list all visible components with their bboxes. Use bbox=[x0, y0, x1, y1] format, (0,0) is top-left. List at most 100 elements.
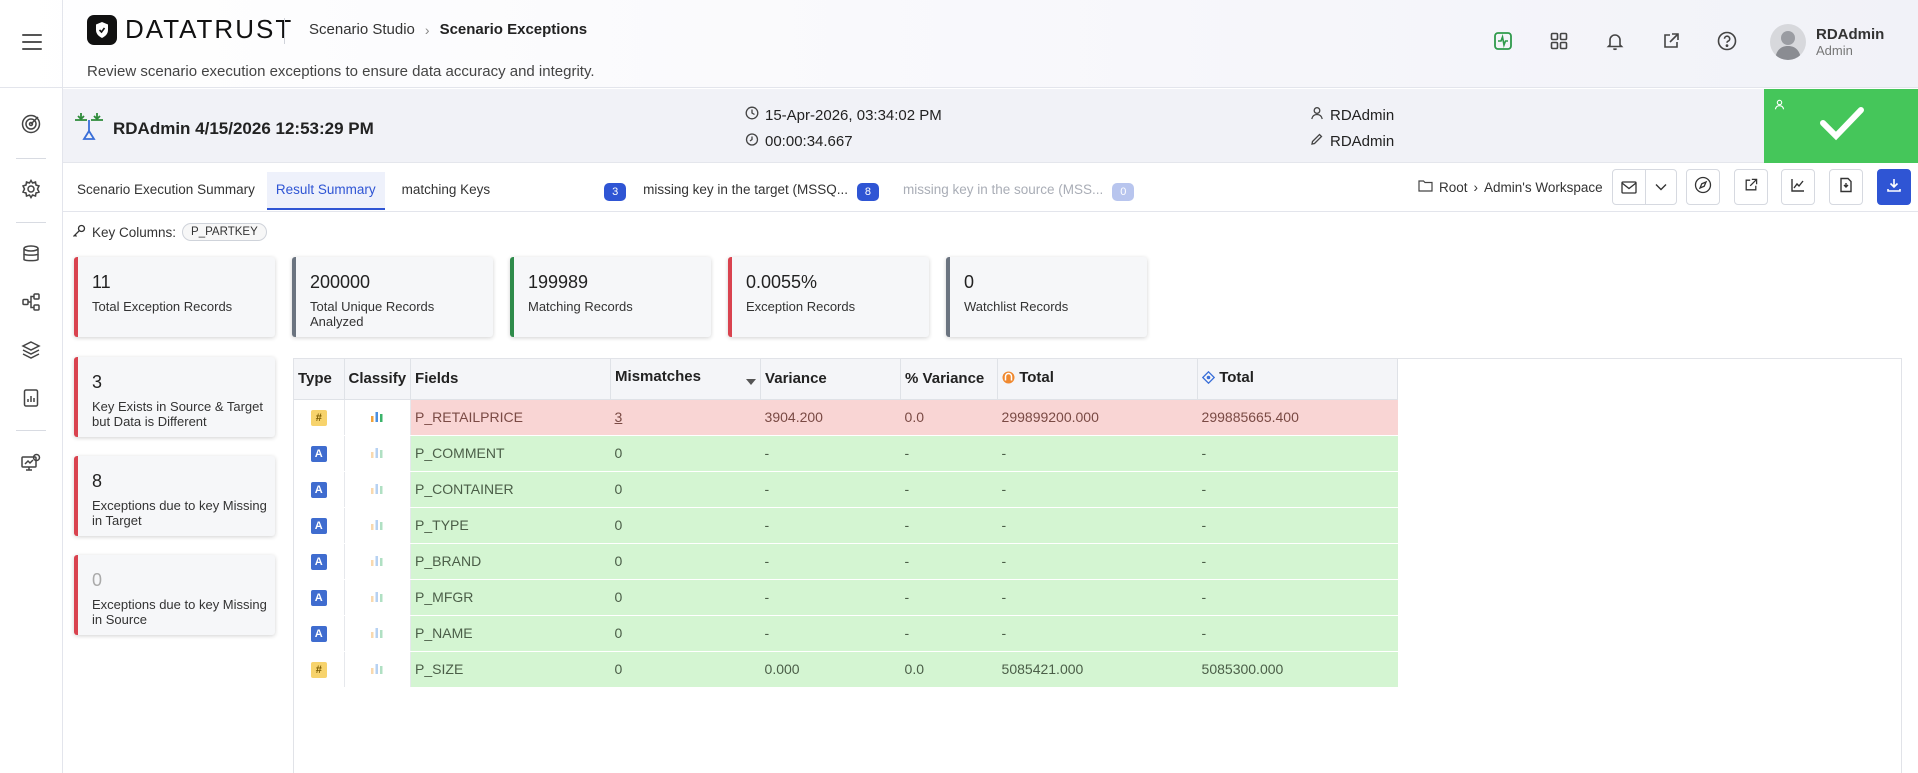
bar-chart-icon bbox=[370, 517, 384, 533]
classify-cell[interactable] bbox=[344, 579, 412, 616]
breadcrumb-scenario-studio[interactable]: Scenario Studio bbox=[309, 21, 415, 38]
menu-toggle-icon[interactable] bbox=[22, 34, 42, 50]
classify-cell[interactable] bbox=[344, 543, 412, 580]
scenario-title: RDAdmin 4/15/2026 12:53:29 PM bbox=[73, 111, 374, 146]
stat-value: 0.0055% bbox=[746, 272, 818, 292]
table-row[interactable]: A P_CONTAINER 0- - - - bbox=[294, 471, 1398, 508]
tab-scenario-execution-summary[interactable]: Scenario Execution Summary bbox=[68, 172, 264, 210]
stat-card-missing-target[interactable]: 8 Exceptions due to key Missing in Targe… bbox=[74, 456, 275, 536]
bar-chart-icon bbox=[370, 589, 384, 605]
pct-variance-cell: - bbox=[900, 471, 998, 508]
table-row[interactable]: A P_BRAND 0- - - - bbox=[294, 543, 1398, 580]
table-row[interactable]: A P_COMMENT 0- - - - bbox=[294, 435, 1398, 472]
stat-card-data-different[interactable]: 3 Key Exists in Source & Target but Data… bbox=[74, 357, 275, 437]
scenario-users: RDAdmin RDAdmin bbox=[1310, 103, 1394, 155]
table-row[interactable]: # P_RETAILPRICE 3 3904.200 0.0 299899200.000 2… bbox=[294, 399, 1398, 436]
stat-card-exception-percent[interactable]: 0.0055% Exception Records bbox=[728, 257, 929, 337]
mismatch-count[interactable]: 3 bbox=[615, 409, 623, 425]
stat-card-unique-records[interactable]: 200000 Total Unique Records Analyzed bbox=[292, 257, 493, 337]
key-column-chip: P_PARTKEY bbox=[182, 223, 267, 241]
col-total-source[interactable]: Total bbox=[997, 359, 1199, 400]
total-target-cell: - bbox=[1197, 507, 1398, 544]
col-mismatches[interactable]: Mismatches bbox=[610, 359, 762, 400]
table-row[interactable]: A P_TYPE 0- - - - bbox=[294, 507, 1398, 544]
classify-cell[interactable] bbox=[344, 651, 412, 688]
mismatch-count: 0 bbox=[614, 589, 623, 605]
variance-cell: - bbox=[760, 435, 901, 472]
tab-matching-keys[interactable]: matching Keys bbox=[393, 172, 500, 210]
database-icon[interactable] bbox=[19, 242, 43, 266]
monitor-settings-icon[interactable] bbox=[19, 451, 43, 475]
scenario-timing: 15-Apr-2026, 03:34:02 PM 00:00:34.667 bbox=[745, 103, 942, 155]
apps-grid-icon[interactable] bbox=[1546, 28, 1572, 54]
mismatches-cell: 0 bbox=[610, 615, 761, 652]
target-icon[interactable] bbox=[19, 112, 43, 136]
col-total-source-label: Total bbox=[1019, 369, 1054, 387]
stat-label: Exceptions due to key Missing in Source bbox=[92, 597, 267, 627]
breadcrumb: Scenario Studio › Scenario Exceptions bbox=[309, 21, 587, 38]
classify-cell[interactable] bbox=[344, 399, 412, 436]
workflow-icon[interactable] bbox=[19, 290, 43, 314]
path-workspace[interactable]: Admin's Workspace bbox=[1484, 180, 1603, 195]
numeric-type-icon: # bbox=[310, 410, 327, 426]
col-variance[interactable]: Variance bbox=[760, 359, 902, 400]
stat-label: Exception Records bbox=[746, 299, 856, 314]
stat-card-total-exceptions[interactable]: 11 Total Exception Records bbox=[74, 257, 275, 337]
variance-cell: - bbox=[760, 615, 901, 652]
mismatches-cell[interactable]: 3 bbox=[610, 399, 761, 436]
tab-missing-key-target[interactable]: missing key in the target (MSSQ... bbox=[634, 172, 857, 210]
total-target-cell: 5085300.000 bbox=[1197, 651, 1398, 688]
file-export-button[interactable] bbox=[1829, 169, 1863, 205]
scenario-title-text: RDAdmin 4/15/2026 12:53:29 PM bbox=[113, 118, 374, 138]
activity-icon[interactable] bbox=[1490, 28, 1516, 54]
external-link-icon[interactable] bbox=[1658, 28, 1684, 54]
datatrust-logo[interactable]: DATATRUST bbox=[87, 14, 293, 45]
bar-chart-icon bbox=[370, 409, 384, 425]
folder-icon bbox=[1418, 179, 1433, 195]
stat-card-missing-source[interactable]: 0 Exceptions due to key Missing in Sourc… bbox=[74, 555, 275, 635]
email-dropdown-button[interactable] bbox=[1645, 169, 1677, 205]
pct-variance-cell: 0.0 bbox=[900, 651, 998, 688]
layers-icon[interactable] bbox=[19, 338, 43, 362]
stat-label: Matching Records bbox=[528, 299, 633, 314]
total-target-cell: - bbox=[1197, 471, 1398, 508]
key-columns: Key Columns: P_PARTKEY bbox=[72, 223, 267, 241]
classify-cell[interactable] bbox=[344, 435, 412, 472]
download-button[interactable] bbox=[1877, 169, 1911, 205]
total-target-cell: - bbox=[1197, 543, 1398, 580]
col-pct-variance[interactable]: % Variance bbox=[900, 359, 999, 400]
col-fields[interactable]: Fields bbox=[410, 359, 612, 400]
sort-desc-icon[interactable] bbox=[746, 372, 757, 389]
stat-card-matching-records[interactable]: 199989 Matching Records bbox=[510, 257, 711, 337]
table-row[interactable]: A P_MFGR 0- - - - bbox=[294, 579, 1398, 616]
tab-missing-key-source[interactable]: missing key in the source (MSS... bbox=[894, 172, 1112, 210]
text-type-icon: A bbox=[310, 518, 327, 534]
table-row[interactable]: # P_SIZE 0 0.000 0.0 5085421.000 5085300.000 bbox=[294, 651, 1398, 688]
type-cell: A bbox=[294, 435, 345, 472]
table-header-row: Type Classify Fields Mismatches Variance… bbox=[294, 359, 1399, 400]
classify-cell[interactable] bbox=[344, 615, 412, 652]
col-total-target[interactable]: Total bbox=[1197, 359, 1399, 400]
table-row[interactable]: A P_NAME 0- - - - bbox=[294, 615, 1398, 652]
pct-variance-cell: - bbox=[900, 579, 998, 616]
report-icon[interactable] bbox=[19, 386, 43, 410]
total-source-cell: - bbox=[997, 543, 1198, 580]
results-table-body: # P_RETAILPRICE 3 3904.200 0.0 299899200.000 2… bbox=[294, 399, 1398, 688]
tab-result-summary[interactable]: Result Summary bbox=[266, 172, 385, 210]
user-menu[interactable]: RDAdmin Admin bbox=[1770, 24, 1884, 60]
total-source-cell: 5085421.000 bbox=[997, 651, 1198, 688]
settings-icon[interactable] bbox=[19, 177, 43, 201]
email-button[interactable] bbox=[1612, 169, 1646, 205]
classify-cell[interactable] bbox=[344, 471, 412, 508]
stat-card-watchlist[interactable]: 0 Watchlist Records bbox=[946, 257, 1147, 337]
compass-button[interactable] bbox=[1686, 169, 1720, 205]
path-root[interactable]: Root bbox=[1439, 180, 1468, 195]
col-classify[interactable]: Classify bbox=[344, 359, 412, 400]
col-type[interactable]: Type bbox=[294, 359, 345, 400]
open-external-button[interactable] bbox=[1734, 169, 1768, 205]
help-icon[interactable] bbox=[1714, 28, 1740, 54]
bell-icon[interactable] bbox=[1602, 28, 1628, 54]
classify-cell[interactable] bbox=[344, 507, 412, 544]
trend-chart-button[interactable] bbox=[1781, 169, 1815, 205]
total-source-cell: 299899200.000 bbox=[997, 399, 1198, 436]
